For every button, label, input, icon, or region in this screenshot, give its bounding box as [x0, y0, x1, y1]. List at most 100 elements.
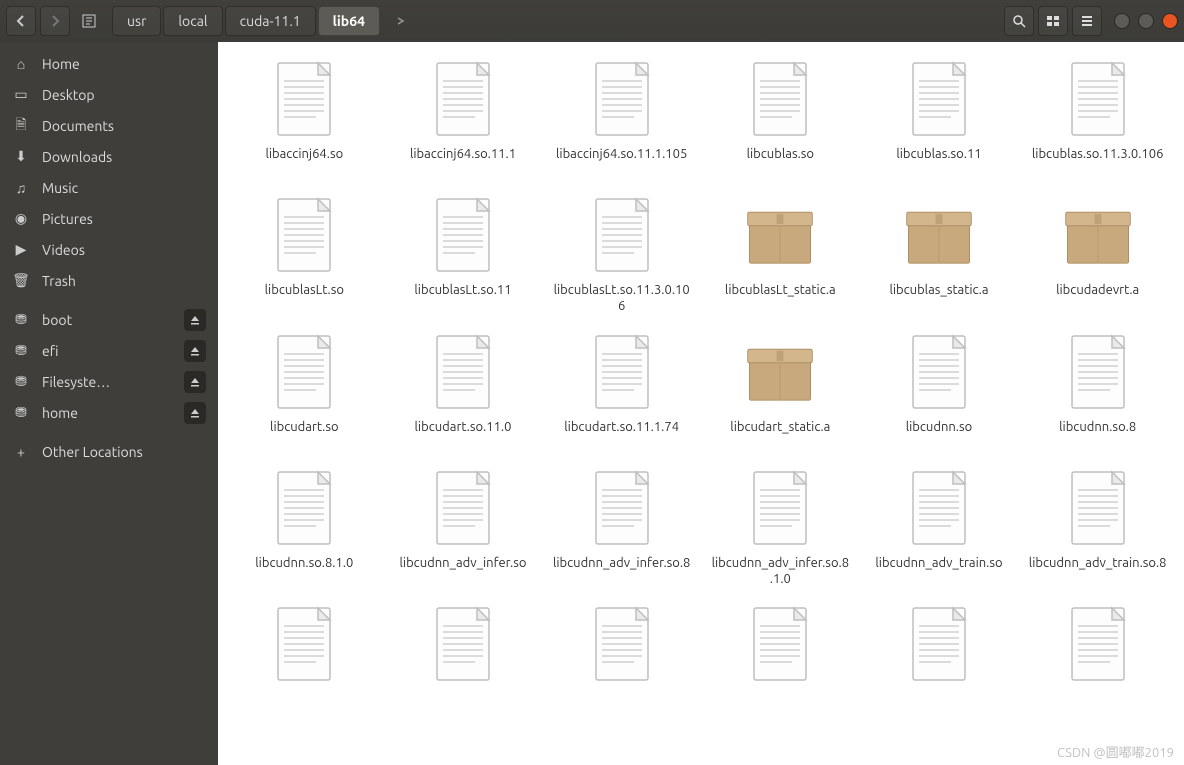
breadcrumb-segment[interactable]: local: [163, 6, 222, 36]
sidebar-item-label: Music: [42, 180, 78, 196]
sidebar-item[interactable]: ⬇Downloads: [0, 141, 218, 172]
file-item[interactable]: [704, 599, 857, 727]
document-icon: [907, 470, 971, 548]
sidebar-item[interactable]: ◉ Pictures: [0, 203, 218, 234]
music-icon: ♫: [12, 180, 30, 196]
sidebar-item[interactable]: ♫ Music: [0, 172, 218, 203]
sidebar-item[interactable]: ⛃Filesyste…: [0, 366, 218, 397]
breadcrumb-segment[interactable]: lib64: [318, 6, 380, 36]
eject-button[interactable]: [184, 371, 206, 393]
sidebar-item[interactable]: ⛃efi: [0, 335, 218, 366]
file-item[interactable]: [228, 599, 381, 727]
breadcrumb-segment[interactable]: cuda-11.1: [225, 6, 316, 36]
file-item[interactable]: libaccinj64.so.11.1: [387, 54, 540, 182]
file-item[interactable]: [545, 599, 698, 727]
sidebar-item-label: Videos: [42, 242, 85, 258]
sidebar-item-label: Documents: [42, 118, 114, 134]
eject-button[interactable]: [184, 309, 206, 331]
back-button[interactable]: [6, 6, 36, 36]
sidebar-item[interactable]: ⛃boot: [0, 304, 218, 335]
file-item[interactable]: libcublasLt.so.11.3.0.106: [545, 190, 698, 319]
file-item[interactable]: libcudart_static.a: [704, 327, 857, 455]
sidebar-item[interactable]: ▭Desktop: [0, 79, 218, 110]
forward-button[interactable]: [40, 6, 70, 36]
document-icon: [272, 334, 336, 412]
file-item[interactable]: libcudart.so: [228, 327, 381, 455]
file-item[interactable]: libcudnn.so: [863, 327, 1016, 455]
sidebar-item-label: Other Locations: [42, 444, 143, 460]
file-item[interactable]: libcudart.so.11.0: [387, 327, 540, 455]
trash-icon: 🗑: [12, 272, 30, 289]
document-icon: [272, 197, 336, 275]
path-icon[interactable]: [74, 6, 104, 36]
document-icon: [431, 334, 495, 412]
sidebar-item-label: Home: [42, 56, 80, 72]
watermark: CSDN @圆嘟嘟2019: [1057, 742, 1174, 761]
breadcrumb: usrlocalcuda-11.1lib64: [112, 6, 382, 36]
file-label: libaccinj64.so: [265, 146, 343, 178]
file-label: libcudart.so: [270, 419, 339, 451]
sidebar-item-label: Pictures: [42, 211, 93, 227]
file-item[interactable]: libcudart.so.11.1.74: [545, 327, 698, 455]
eject-button[interactable]: [184, 340, 206, 362]
file-item[interactable]: [863, 599, 1016, 727]
document-icon: [748, 61, 812, 139]
document-icon: 🗎: [12, 114, 30, 138]
file-label: libcudnn.so.8.1.0: [255, 555, 353, 587]
close-button[interactable]: [1162, 13, 1178, 29]
sidebar-item[interactable]: ⛃home: [0, 397, 218, 428]
maximize-button[interactable]: [1138, 13, 1154, 29]
file-item[interactable]: libcudnn_adv_train.so.8: [1021, 463, 1174, 592]
sidebar-item-label: Desktop: [42, 87, 95, 103]
document-icon: [590, 606, 654, 684]
sidebar-item[interactable]: ▶Videos: [0, 234, 218, 265]
document-icon: [748, 470, 812, 548]
view-toggle-button[interactable]: [1038, 6, 1068, 36]
file-label: libcublasLt_static.a: [725, 282, 836, 314]
file-item[interactable]: libcudnn_adv_train.so: [863, 463, 1016, 592]
menu-button[interactable]: [1072, 6, 1102, 36]
file-label: libcublas_static.a: [889, 282, 988, 314]
file-item[interactable]: libcublasLt.so.11: [387, 190, 540, 319]
pictures-icon: ◉: [12, 210, 30, 227]
file-label: libaccinj64.so.11.1: [410, 146, 516, 178]
file-item[interactable]: libcublasLt_static.a: [704, 190, 857, 319]
search-button[interactable]: [1004, 6, 1034, 36]
file-item[interactable]: libcudnn_adv_infer.so.8.1.0: [704, 463, 857, 592]
document-icon: [748, 606, 812, 684]
file-label: libcudnn.so: [906, 419, 973, 451]
toolbar: usrlocalcuda-11.1lib64: [0, 0, 1184, 42]
file-label: libcudnn_adv_infer.so: [400, 555, 527, 587]
file-item[interactable]: libcudnn.so.8: [1021, 327, 1174, 455]
sidebar-item[interactable]: +Other Locations: [0, 436, 218, 467]
file-item[interactable]: libcublas.so.11.3.0.106: [1021, 54, 1174, 182]
document-icon: [590, 470, 654, 548]
file-item[interactable]: [1021, 599, 1174, 727]
breadcrumb-more[interactable]: [386, 6, 416, 36]
file-label: libcudnn_adv_infer.so.8.1.0: [710, 555, 850, 588]
file-item[interactable]: [387, 599, 540, 727]
file-label: libcublas.so: [747, 146, 814, 178]
file-item[interactable]: libcublasLt.so: [228, 190, 381, 319]
file-item[interactable]: libcudnn.so.8.1.0: [228, 463, 381, 592]
file-item[interactable]: libaccinj64.so.11.1.105: [545, 54, 698, 182]
sidebar-item[interactable]: 🗎 Documents: [0, 110, 218, 141]
file-item[interactable]: libcudnn_adv_infer.so: [387, 463, 540, 592]
file-item[interactable]: libcublas.so.11: [863, 54, 1016, 182]
document-icon: [590, 197, 654, 275]
file-item[interactable]: libcudadevrt.a: [1021, 190, 1174, 319]
sidebar-item[interactable]: ⌂Home: [0, 48, 218, 79]
sidebar-item[interactable]: 🗑 Trash: [0, 265, 218, 296]
file-item[interactable]: libcudnn_adv_infer.so.8: [545, 463, 698, 592]
document-icon: [431, 197, 495, 275]
sidebar-item-label: boot: [42, 312, 72, 328]
eject-button[interactable]: [184, 402, 206, 424]
sidebar-item-label: Trash: [42, 273, 76, 289]
minimize-button[interactable]: [1114, 13, 1130, 29]
file-view[interactable]: libaccinj64.so libaccinj64.so.11.1 libacci…: [218, 42, 1184, 765]
document-icon: [272, 470, 336, 548]
breadcrumb-segment[interactable]: usr: [112, 6, 161, 36]
file-item[interactable]: libcublas_static.a: [863, 190, 1016, 319]
file-item[interactable]: libaccinj64.so: [228, 54, 381, 182]
file-item[interactable]: libcublas.so: [704, 54, 857, 182]
